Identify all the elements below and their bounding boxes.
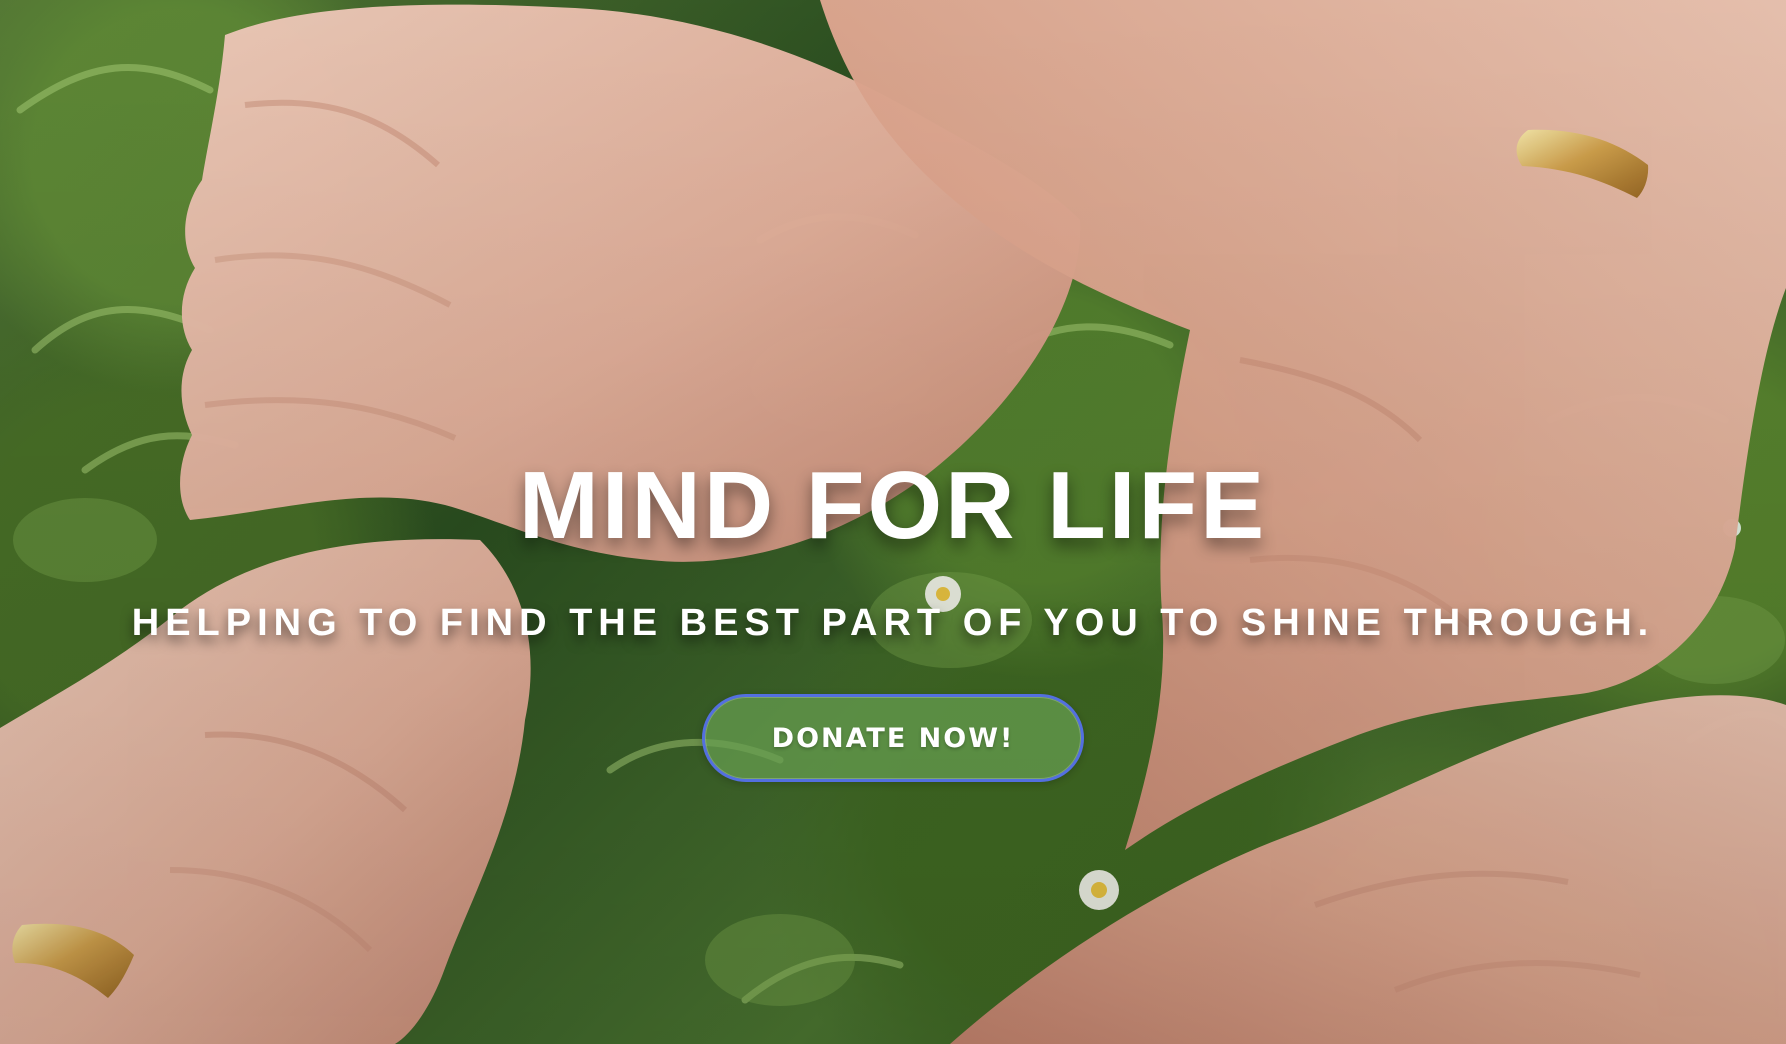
hero-content: MIND FOR LIFE HELPING TO FIND THE BEST P…: [0, 458, 1786, 782]
site-title: MIND FOR LIFE: [518, 452, 1268, 559]
donate-button[interactable]: DONATE NOW!: [702, 694, 1084, 782]
tagline: HELPING TO FIND THE BEST PART OF YOU TO …: [131, 602, 1655, 644]
hero-section: MIND FOR LIFE HELPING TO FIND THE BEST P…: [0, 0, 1786, 1044]
